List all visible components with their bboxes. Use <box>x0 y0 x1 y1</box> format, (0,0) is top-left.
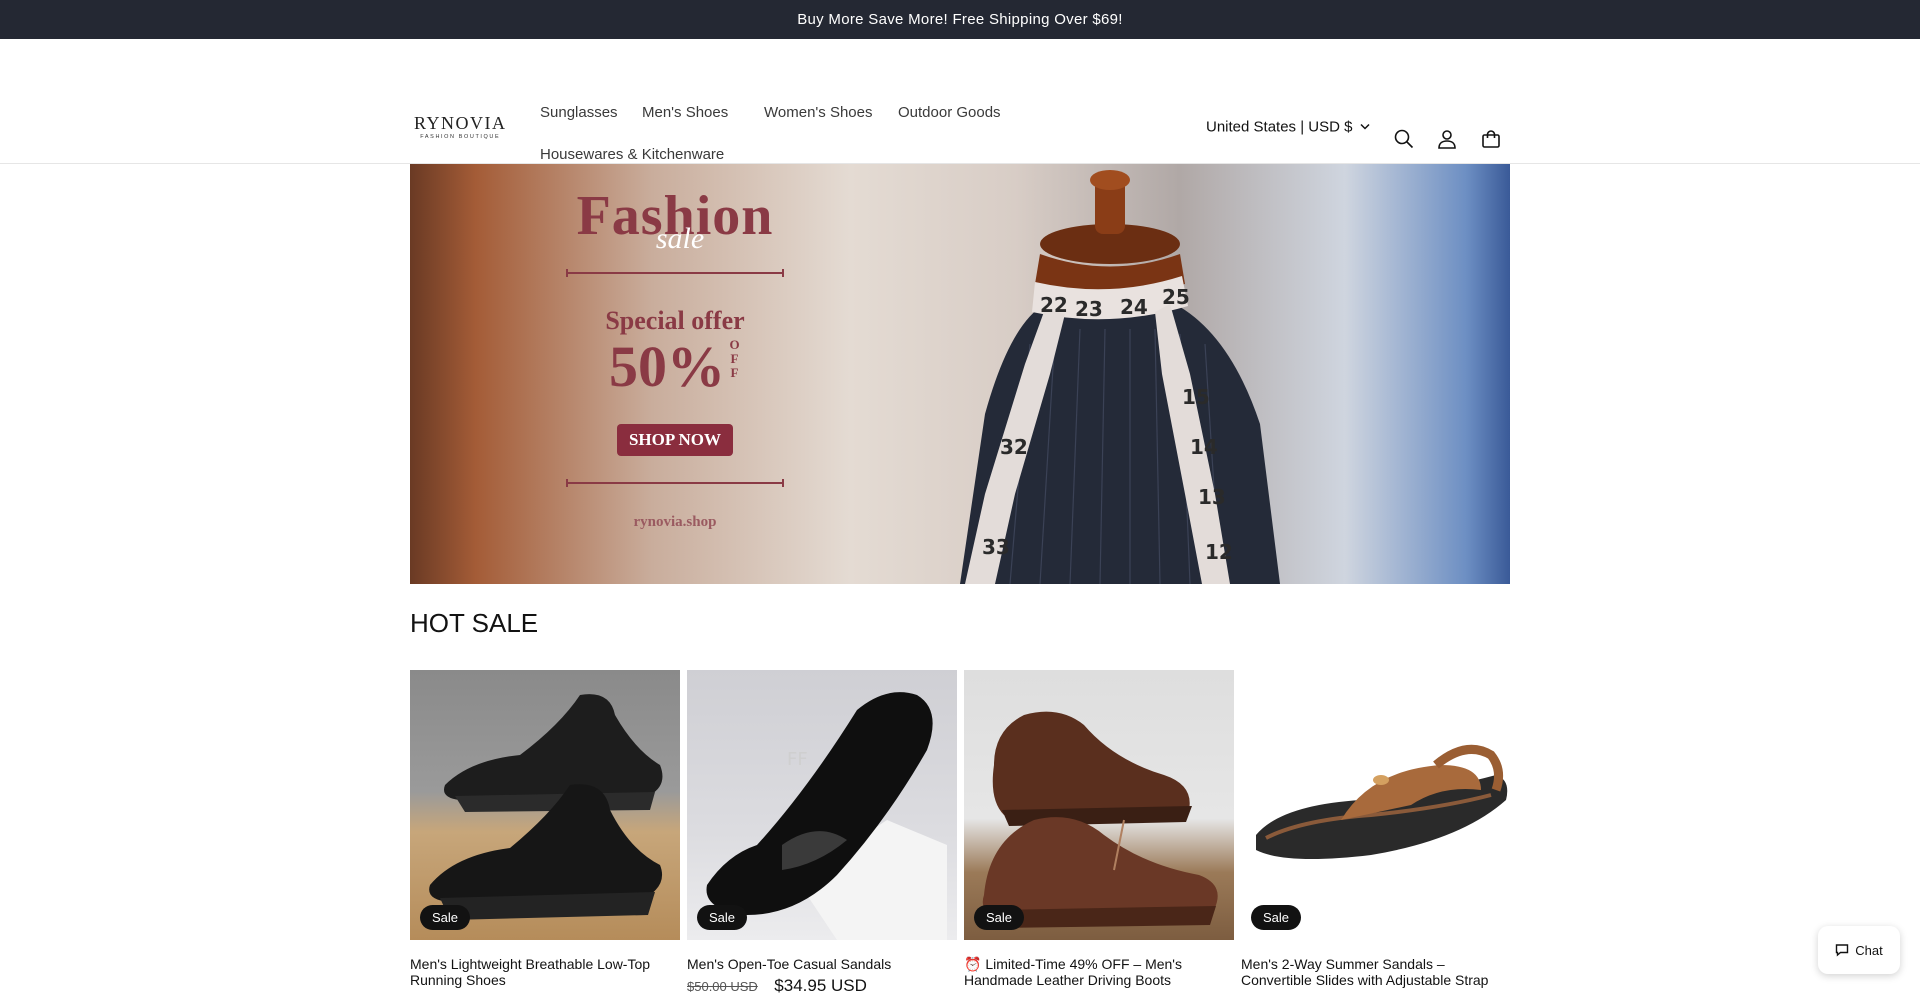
account-button[interactable] <box>1431 123 1463 155</box>
site-header: RYNOVIA FASHION BOUTIQUE Sunglasses Men'… <box>0 39 1920 164</box>
product-title[interactable]: Men's Lightweight Breathable Low-Top Run… <box>410 956 660 988</box>
brand-name: RYNOVIA <box>414 112 507 133</box>
nav-item-sunglasses[interactable]: Sunglasses <box>528 98 630 127</box>
promo-percent: 50% <box>609 334 725 399</box>
nav-item-womens-shoes[interactable]: Women's Shoes <box>752 98 884 127</box>
shop-now-button[interactable]: SHOP NOW <box>616 424 734 456</box>
tape-number: 33 <box>982 535 1010 559</box>
tape-number: 14 <box>1190 435 1218 459</box>
tape-number: 24 <box>1120 295 1148 319</box>
cart-icon <box>1482 130 1500 148</box>
promo-offer: Special offer <box>605 306 745 335</box>
sale-badge: Sale <box>697 905 748 930</box>
product-card[interactable]: Sale Men's 2-Way Summer Sandals – Conver… <box>1241 670 1511 988</box>
chat-bubble-icon <box>1836 944 1849 957</box>
promo-block: Fashion sale Special offer 50% OFF SHOP N… <box>560 184 790 531</box>
sandal-image <box>1256 744 1508 859</box>
cart-button[interactable] <box>1475 123 1507 155</box>
promo-divider <box>566 269 784 277</box>
product-image[interactable]: Sale <box>964 670 1234 940</box>
tape-number: 13 <box>1198 485 1226 509</box>
tape-number: 25 <box>1162 285 1190 309</box>
chat-button[interactable]: Chat <box>1818 926 1900 974</box>
tape-number: 12 <box>1205 540 1233 564</box>
price-sale: $34.95 USD <box>774 976 867 993</box>
search-button[interactable] <box>1388 123 1420 155</box>
shoe-image <box>429 694 663 920</box>
promo-site: rynovia.shop <box>633 514 717 530</box>
nav-item-mens-shoes[interactable]: Men's Shoes <box>630 98 740 127</box>
announcement-text: Buy More Save More! Free Shipping Over $… <box>797 11 1123 28</box>
tape-number: 15 <box>1182 385 1210 409</box>
brand-logo[interactable]: RYNOVIA FASHION BOUTIQUE <box>414 114 507 141</box>
shoe-image: FF <box>706 692 947 940</box>
product-image[interactable]: Sale <box>1241 670 1511 940</box>
sale-badge: Sale <box>420 905 471 930</box>
hero-banner[interactable]: 22 23 24 25 32 33 15 14 13 12 Fashion sa… <box>410 164 1510 584</box>
price-compare: $50.00 USD <box>687 979 758 993</box>
shoe-logo: FF <box>787 749 808 770</box>
tape-number: 23 <box>1075 297 1103 321</box>
product-price: $50.00 USD $34.95 USD <box>687 976 957 993</box>
chevron-down-icon <box>1360 123 1370 130</box>
product-title[interactable]: Men's 2-Way Summer Sandals – Convertible… <box>1241 956 1491 988</box>
sale-badge: Sale <box>1251 905 1302 930</box>
search-icon <box>1394 129 1414 149</box>
sale-badge: Sale <box>974 905 1025 930</box>
mannequin-image: 22 23 24 25 32 33 15 14 13 12 <box>960 170 1280 584</box>
announcement-bar: Buy More Save More! Free Shipping Over $… <box>0 0 1920 39</box>
product-card[interactable]: Sale Men's Lightweight Breathable Low-To… <box>410 670 680 988</box>
product-card[interactable]: FF Sale Men's Open-Toe Casual Sandals $5… <box>687 670 957 993</box>
product-image[interactable]: FF Sale <box>687 670 957 940</box>
product-card[interactable]: Sale ⏰ Limited-Time 49% OFF – Men's Hand… <box>964 670 1234 988</box>
chat-label: Chat <box>1855 942 1883 958</box>
section-title: HOT SALE <box>410 608 539 638</box>
account-icon <box>1438 130 1456 149</box>
brand-tagline: FASHION BOUTIQUE <box>420 133 501 140</box>
product-title[interactable]: Men's Open-Toe Casual Sandals <box>687 956 937 972</box>
locale-label: United States | USD $ <box>1206 118 1353 136</box>
product-image[interactable]: Sale <box>410 670 680 940</box>
tape-number: 32 <box>1000 435 1028 459</box>
nav-item-outdoor-goods[interactable]: Outdoor Goods <box>886 98 1013 127</box>
country-currency-selector[interactable]: United States | USD $ <box>1206 119 1370 136</box>
promo-off: OFF <box>729 337 741 380</box>
promo-percent-row: 50% OFF <box>560 338 790 396</box>
promo-divider <box>566 479 784 487</box>
product-title[interactable]: ⏰ Limited-Time 49% OFF – Men's Handmade … <box>964 956 1214 988</box>
boot-image <box>982 711 1218 928</box>
tape-number: 22 <box>1040 293 1068 317</box>
